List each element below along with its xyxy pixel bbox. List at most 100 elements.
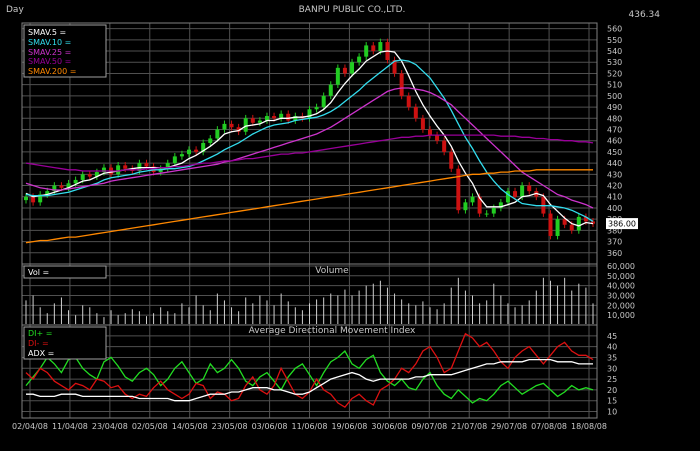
candle-up	[179, 154, 184, 157]
price-tick-label: 480	[607, 114, 622, 123]
legend-smav200: SMAV.200 =	[28, 67, 76, 76]
candle-down	[272, 116, 277, 119]
price-legend[interactable]: SMAV.5 = SMAV.10 = SMAV.25 = SMAV.50 = S…	[23, 24, 107, 78]
price-tick-label: 500	[607, 92, 622, 101]
candle-up	[116, 165, 121, 175]
candle-down	[413, 107, 418, 119]
adx-title: Average Directional Movement Index	[249, 326, 416, 336]
candle-up	[484, 213, 489, 215]
price-tick-label: 540	[607, 47, 622, 56]
adx-tick-label: 10	[607, 408, 617, 417]
candle-down	[406, 95, 411, 108]
legend-smav50: SMAV.50 =	[28, 57, 71, 66]
adx-tick-label: 40	[607, 343, 617, 352]
price-tick-label: 510	[607, 81, 622, 90]
candle-down	[286, 113, 291, 121]
candle-down	[399, 73, 404, 96]
price-tick-label: 430	[607, 170, 622, 179]
chart-title: BANPU PUBLIC CO.,LTD.	[299, 5, 406, 15]
candle-up	[243, 118, 248, 132]
candle-up	[576, 216, 581, 231]
price-tick-label: 370	[607, 238, 622, 247]
adx-tick-label: 15	[607, 397, 617, 406]
candle-up	[73, 179, 78, 184]
candle-up	[24, 196, 28, 201]
candle-down	[527, 185, 532, 192]
candle-down	[194, 149, 199, 152]
legend-di-minus: DI- =	[28, 339, 49, 348]
candle-down	[456, 168, 461, 211]
x-tick-label: 11/06/08	[292, 422, 328, 431]
price-tick-label: 400	[607, 204, 622, 213]
candle-down	[59, 185, 64, 188]
volume-legend[interactable]: Vol =	[23, 265, 107, 279]
x-tick-label: 29/07/08	[491, 422, 527, 431]
candle-up	[172, 156, 177, 164]
x-tick-label: 21/07/08	[451, 422, 487, 431]
volume-tick-label: 30,000	[607, 291, 635, 300]
candle-down	[229, 123, 234, 128]
volume-tick-label: 10,000	[607, 311, 635, 320]
candle-up	[208, 138, 213, 143]
candle-up	[264, 116, 269, 121]
candle-up	[321, 95, 326, 108]
candle-down	[123, 165, 128, 169]
x-tick-label: 30/06/08	[371, 422, 407, 431]
volume-tick-label: 60,000	[607, 262, 635, 271]
legend-smav25: SMAV.25 =	[28, 48, 71, 57]
price-tick-label: 470	[607, 125, 622, 134]
candle-up	[279, 113, 284, 119]
legend-smav5: SMAV.5 =	[28, 28, 66, 37]
candle-down	[31, 196, 36, 203]
candle-down	[548, 213, 553, 236]
last-price-marker: 386.00	[606, 218, 638, 230]
candle-up	[257, 120, 262, 123]
candle-up	[350, 62, 355, 74]
candle-up	[215, 129, 220, 139]
legend-volume: Vol =	[28, 268, 49, 277]
adx-tick-label: 20	[607, 386, 617, 395]
candle-down	[435, 135, 440, 141]
volume-tick-label: 20,000	[607, 301, 635, 310]
candle-up	[307, 109, 312, 119]
candle-down	[342, 67, 347, 74]
candle-up	[378, 42, 383, 52]
candle-up	[314, 107, 319, 110]
period-label: Day	[6, 5, 24, 15]
candle-up	[80, 174, 85, 180]
x-tick-label: 02/05/08	[132, 422, 168, 431]
legend-di-plus: DI+ =	[28, 329, 52, 338]
candle-up	[555, 219, 560, 236]
price-tick-label: 550	[607, 36, 622, 45]
price-tick-label: 450	[607, 148, 622, 157]
price-tick-label: 490	[607, 103, 622, 112]
x-tick-label: 11/04/08	[52, 422, 88, 431]
x-tick-label: 07/08/08	[531, 422, 567, 431]
price-tick-label: 530	[607, 58, 622, 67]
candle-up	[470, 196, 475, 203]
candle-down	[427, 129, 432, 136]
volume-tick-label: 50,000	[607, 272, 635, 281]
top-right-value: 436.34	[629, 10, 661, 20]
legend-adx: ADX =	[28, 349, 54, 358]
x-tick-label: 23/04/08	[92, 422, 128, 431]
stock-chart: Day BANPU PUBLIC CO.,LTD. 436.34 02/04/0…	[0, 0, 700, 451]
price-tick-label: 360	[607, 249, 622, 258]
price-tick-label: 440	[607, 159, 622, 168]
candle-up	[187, 149, 192, 155]
adx-tick-label: 45	[607, 332, 617, 341]
candle-down	[250, 118, 255, 123]
price-tick-label: 460	[607, 137, 622, 146]
candle-down	[569, 224, 574, 231]
adx-legend[interactable]: DI+ = DI- = ADX =	[23, 326, 107, 360]
x-tick-label: 23/05/08	[212, 422, 248, 431]
candle-down	[442, 140, 447, 152]
candle-up	[335, 67, 340, 85]
candle-up	[357, 56, 362, 63]
candle-up	[328, 84, 333, 96]
candle-down	[562, 219, 567, 225]
candle-down	[420, 118, 425, 130]
candle-up	[491, 207, 496, 214]
x-tick-label: 02/04/08	[12, 422, 48, 431]
volume-title: Volume	[315, 266, 349, 276]
